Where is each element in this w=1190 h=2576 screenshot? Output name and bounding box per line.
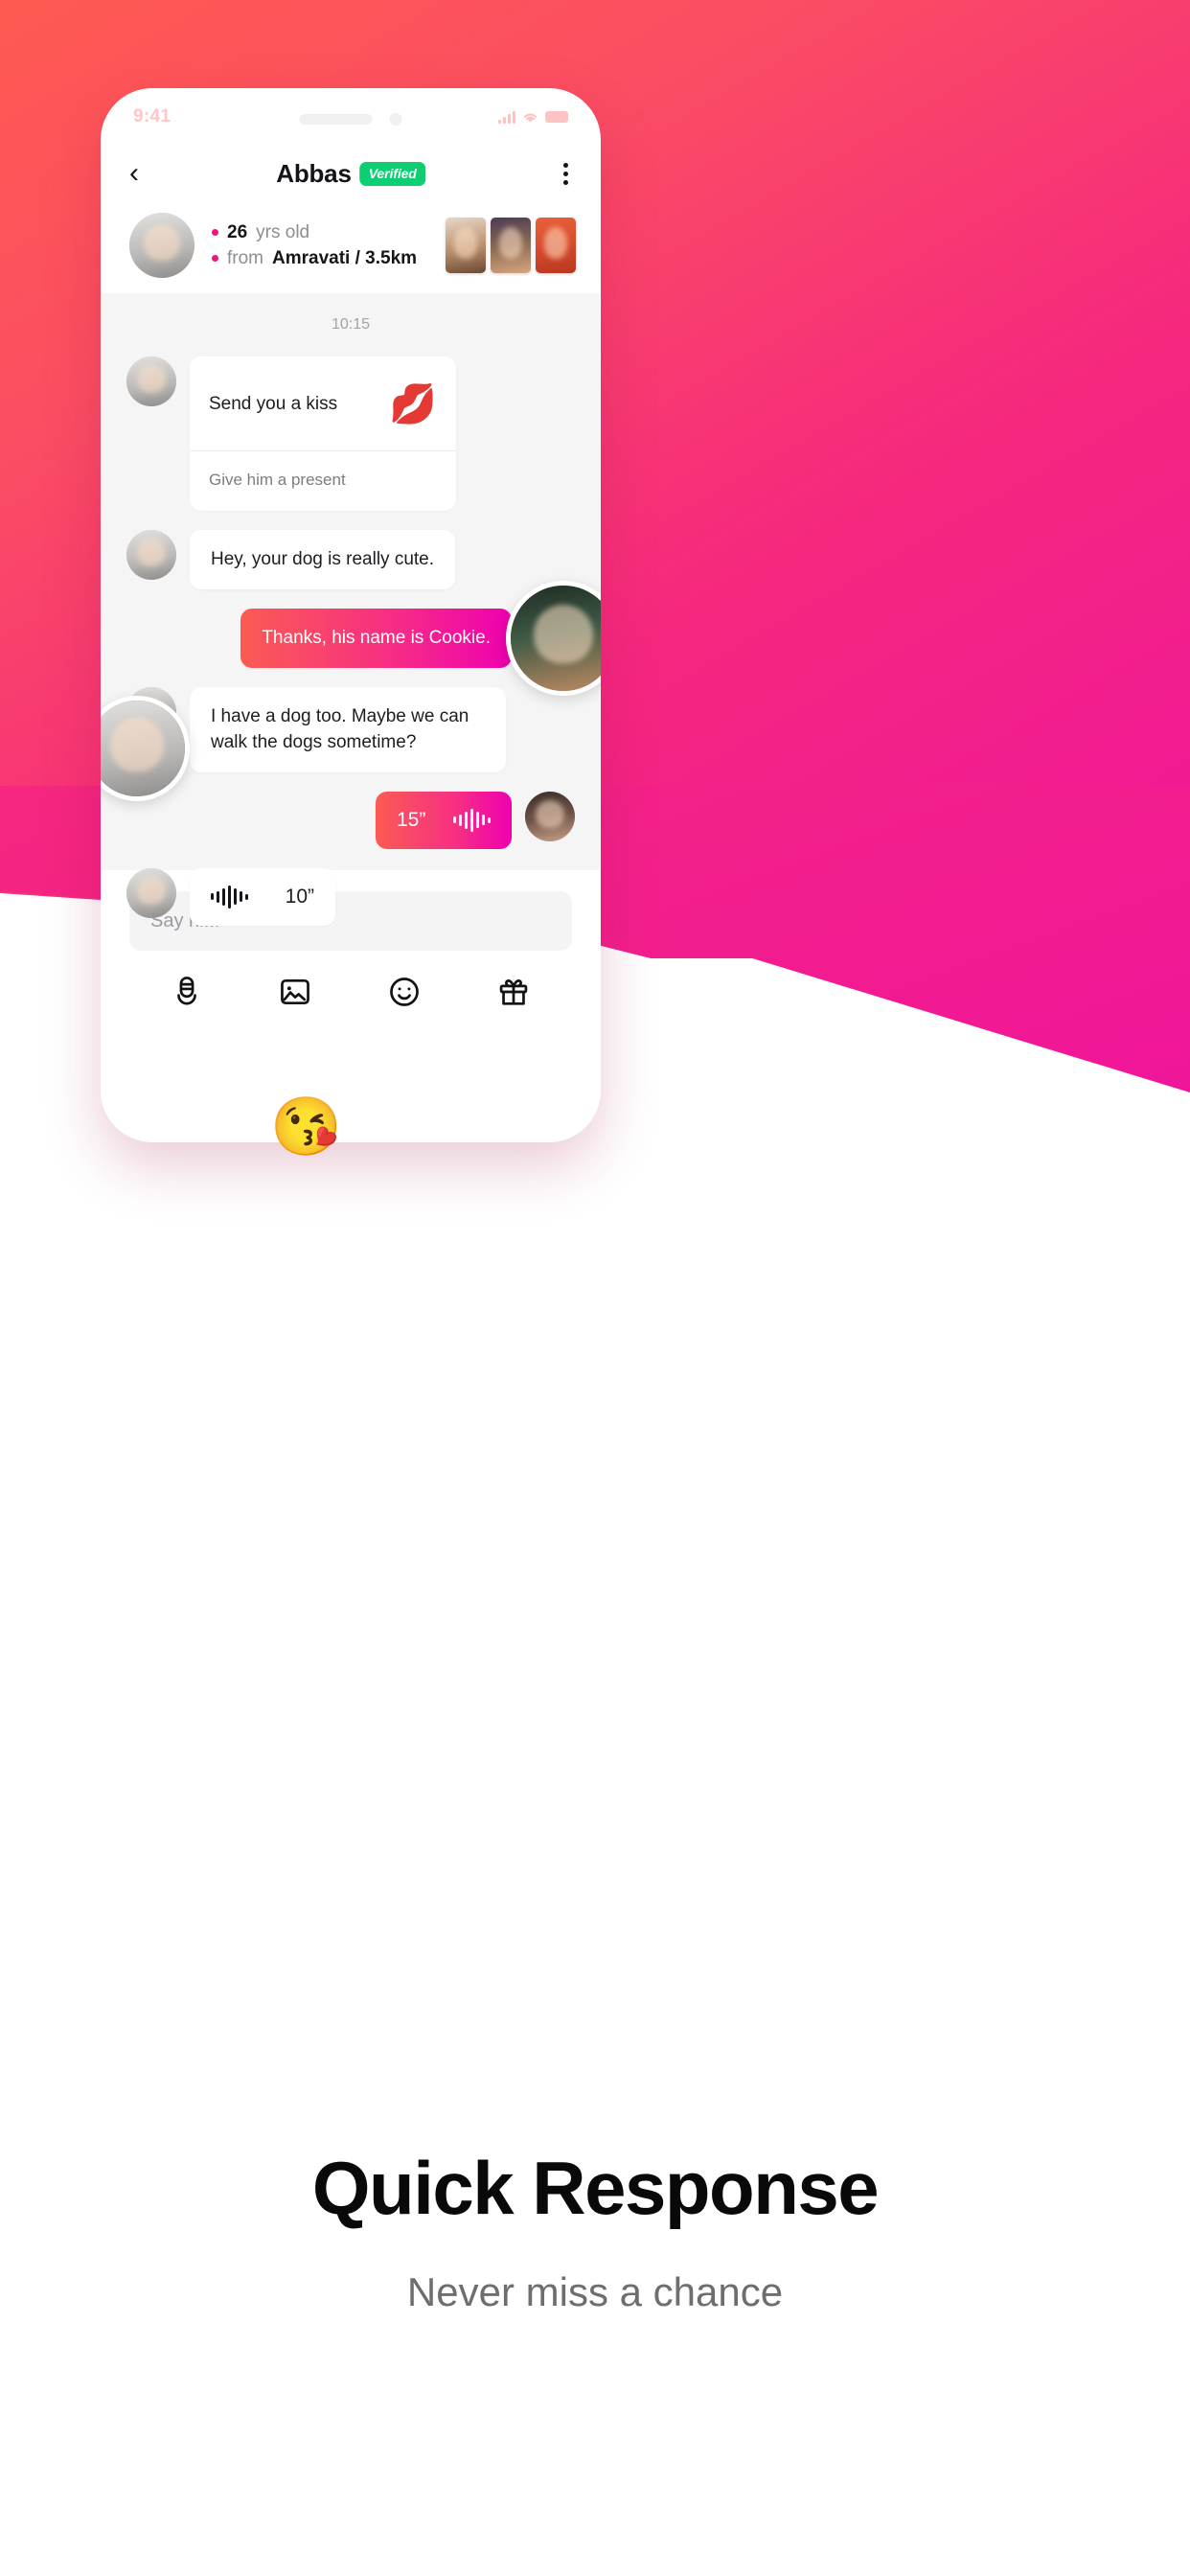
notch-area — [299, 113, 402, 126]
composer-toolbar — [101, 951, 601, 1037]
voice-duration: 10” — [285, 885, 314, 908]
message-row-voice: 10” — [102, 867, 600, 926]
status-bar: 9:41 — [101, 88, 601, 146]
promo-headline: Quick Response — [311, 2146, 880, 2230]
message-bubble-outgoing[interactable]: Thanks, his name is Cookie. — [240, 609, 512, 669]
avatar[interactable] — [126, 530, 176, 580]
voice-duration: 15” — [397, 808, 426, 831]
photo-button[interactable] — [280, 977, 310, 1007]
photo-thumbnails — [446, 218, 576, 273]
waveform-icon — [453, 808, 491, 832]
promo-subhead: Never miss a chance — [406, 2269, 784, 2314]
message-row-voice: 15” — [102, 791, 600, 849]
page-title: Abbas — [276, 158, 352, 188]
status-bar-indicators — [498, 110, 568, 124]
avatar[interactable] — [525, 791, 575, 841]
battery-icon — [545, 111, 568, 123]
profile-age-value: 26 — [227, 221, 248, 242]
camera-dot — [389, 113, 402, 126]
floating-avatar-right[interactable] — [506, 581, 601, 696]
kiss-lips-emoji: 💋 — [389, 383, 437, 426]
chat-timestamp: 10:15 — [331, 316, 371, 333]
photo-thumb-3[interactable] — [536, 218, 576, 273]
chat-thread[interactable]: 10:15 Send you a kiss 💋 Give him a prese… — [101, 293, 601, 926]
avatar[interactable] — [126, 356, 176, 406]
photo-thumb-1[interactable] — [446, 218, 486, 273]
voice-message-outgoing[interactable]: 15” — [376, 791, 512, 849]
nav-title-group: Abbas Verified — [276, 159, 425, 189]
bullet-dot-icon — [212, 229, 218, 236]
chevron-left-icon[interactable]: ‹ — [129, 159, 158, 188]
voice-record-button[interactable] — [172, 976, 201, 1008]
nav-bar: ‹ Abbas Verified — [101, 146, 601, 201]
kissing-face-emoji: 😘 — [270, 1094, 342, 1159]
status-bar-time: 9:41 — [133, 106, 172, 126]
speaker-pill — [299, 114, 373, 125]
gift-card-footer[interactable]: Give him a present — [190, 450, 456, 511]
waveform-icon — [211, 885, 248, 908]
profile-age-row: 26 yrs old — [212, 222, 417, 243]
photo-thumb-2[interactable] — [491, 218, 531, 273]
emoji-button[interactable] — [389, 977, 420, 1007]
signal-bars-icon — [498, 110, 515, 124]
profile-meta: 26 yrs old from Amravati / 3.5km — [212, 222, 417, 269]
message-bubble-incoming[interactable]: Hey, your dog is really cute. — [190, 530, 456, 590]
avatar[interactable] — [126, 867, 176, 918]
gift-card-top: Send you a kiss 💋 — [190, 356, 456, 450]
floating-avatar-left[interactable] — [101, 696, 190, 801]
profile-location-value: Amravati / 3.5km — [272, 247, 418, 268]
message-row: Hey, your dog is really cute. — [102, 530, 600, 590]
profile-age-label: yrs old — [256, 221, 310, 242]
message-bubble-incoming[interactable]: I have a dog too. Maybe we can walk the … — [190, 687, 506, 772]
profile-location-row: from Amravati / 3.5km — [212, 248, 417, 269]
avatar[interactable] — [129, 213, 195, 278]
gift-card[interactable]: Send you a kiss 💋 Give him a present — [190, 356, 456, 511]
voice-message-incoming[interactable]: 10” — [190, 867, 335, 926]
status-badge: Verified — [359, 161, 425, 186]
profile-from-label: from — [227, 247, 263, 268]
profile-strip: 26 yrs old from Amravati / 3.5km — [101, 201, 601, 293]
bullet-dot-icon — [212, 255, 218, 262]
message-row-gift: Send you a kiss 💋 Give him a present — [102, 356, 600, 511]
gift-card-text: Send you a kiss — [209, 394, 338, 414]
wifi-icon — [523, 113, 538, 123]
more-vertical-icon[interactable] — [560, 157, 572, 191]
phone-mockup: 9:41 ‹ Abbas Verified 26 yrs old from Am… — [101, 88, 601, 1142]
gift-button[interactable] — [498, 977, 529, 1007]
